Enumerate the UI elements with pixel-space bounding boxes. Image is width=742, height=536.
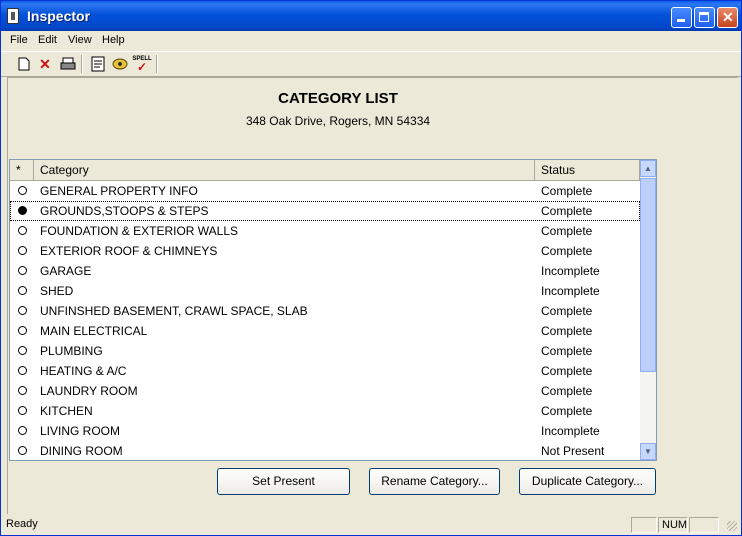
row-radio[interactable] <box>18 446 27 455</box>
category-status: Complete <box>541 304 593 318</box>
category-name: UNFINSHED BASEMENT, CRAWL SPACE, SLAB <box>40 304 308 318</box>
scroll-thumb[interactable] <box>640 178 656 372</box>
list-header: * Category Status <box>10 160 640 181</box>
category-status: Complete <box>541 244 593 258</box>
table-row[interactable]: GENERAL PROPERTY INFO Complete <box>10 181 640 201</box>
table-row[interactable]: HEATING & A/C Complete <box>10 361 640 381</box>
checkmark-icon: ✓ <box>136 60 148 74</box>
category-status: Complete <box>541 384 593 398</box>
row-radio[interactable] <box>18 426 27 435</box>
row-radio[interactable] <box>18 306 27 315</box>
window-title: Inspector <box>27 8 91 24</box>
table-row[interactable]: LIVING ROOM Incomplete <box>10 421 640 441</box>
row-radio[interactable] <box>18 266 27 275</box>
row-radio[interactable] <box>18 326 27 335</box>
row-radio[interactable] <box>18 226 27 235</box>
minimize-button[interactable] <box>671 7 692 28</box>
category-name: KITCHEN <box>40 404 93 418</box>
category-status: Not Present <box>541 444 605 458</box>
category-status: Incomplete <box>541 264 600 278</box>
menu-bar: File Edit View Help <box>1 31 741 50</box>
rename-category-button[interactable]: Rename Category... <box>369 468 500 495</box>
toolbar: ✕ SPELL ✓ <box>1 51 741 77</box>
status-bar: Ready NUM <box>1 515 741 535</box>
category-name: PLUMBING <box>40 344 103 358</box>
photo-icon[interactable] <box>111 55 129 73</box>
table-row[interactable]: LAUNDRY ROOM Complete <box>10 381 640 401</box>
row-radio[interactable] <box>18 186 27 195</box>
category-name: GROUNDS,STOOPS & STEPS <box>40 204 209 218</box>
category-status: Complete <box>541 224 593 238</box>
maximize-button[interactable] <box>694 7 715 28</box>
category-status: Incomplete <box>541 424 600 438</box>
category-name: FOUNDATION & EXTERIOR WALLS <box>40 224 239 238</box>
category-status: Complete <box>541 344 593 358</box>
app-window: Inspector ✕ File Edit View Help ✕ SPELL … <box>0 0 742 536</box>
status-panel <box>689 517 719 533</box>
category-name: HEATING & A/C <box>40 364 127 378</box>
toolbar-separator <box>81 55 83 73</box>
menu-edit[interactable]: Edit <box>38 34 57 46</box>
row-radio[interactable] <box>18 206 27 215</box>
category-name: SHED <box>40 284 74 298</box>
category-status: Complete <box>541 364 593 378</box>
category-status: Incomplete <box>541 284 600 298</box>
spellcheck-icon[interactable]: SPELL ✓ <box>132 55 151 74</box>
table-row[interactable]: DINING ROOM Not Present <box>10 441 640 460</box>
category-status: Complete <box>541 324 593 338</box>
table-row[interactable]: SHED Incomplete <box>10 281 640 301</box>
category-name: GENERAL PROPERTY INFO <box>40 184 198 198</box>
scroll-up-icon[interactable]: ▲ <box>640 160 656 177</box>
new-icon[interactable] <box>15 55 33 73</box>
category-name: MAIN ELECTRICAL <box>40 324 148 338</box>
status-panel <box>631 517 657 533</box>
scroll-down-icon[interactable]: ▼ <box>640 443 656 460</box>
table-row[interactable]: EXTERIOR ROOF & CHIMNEYS Complete <box>10 241 640 261</box>
report-icon[interactable] <box>89 55 107 73</box>
table-row[interactable]: GARAGE Incomplete <box>10 261 640 281</box>
column-header-marker[interactable]: * <box>10 160 34 180</box>
table-row[interactable]: UNFINSHED BASEMENT, CRAWL SPACE, SLAB Com… <box>10 301 640 321</box>
column-header-status[interactable]: Status <box>535 160 640 180</box>
title-bar[interactable]: Inspector ✕ <box>1 1 741 31</box>
table-row[interactable]: PLUMBING Complete <box>10 341 640 361</box>
category-name: LAUNDRY ROOM <box>40 384 138 398</box>
table-row[interactable]: GROUNDS,STOOPS & STEPS Complete <box>10 201 640 221</box>
duplicate-category-button[interactable]: Duplicate Category... <box>519 468 656 495</box>
category-name: EXTERIOR ROOF & CHIMNEYS <box>40 244 218 258</box>
resize-grip[interactable] <box>727 521 737 531</box>
delete-icon[interactable]: ✕ <box>36 55 54 73</box>
row-radio[interactable] <box>18 346 27 355</box>
property-address: 348 Oak Drive, Rogers, MN 54334 <box>245 114 431 128</box>
vertical-scrollbar[interactable]: ▲ ▼ <box>640 160 656 460</box>
column-header-category[interactable]: Category <box>34 160 535 180</box>
app-icon <box>7 8 19 24</box>
table-row[interactable]: KITCHEN Complete <box>10 401 640 421</box>
status-text: Ready <box>6 518 38 530</box>
table-row[interactable]: FOUNDATION & EXTERIOR WALLS Complete <box>10 221 640 241</box>
row-radio[interactable] <box>18 366 27 375</box>
print-icon[interactable] <box>59 55 77 73</box>
row-radio[interactable] <box>18 246 27 255</box>
row-radio[interactable] <box>18 406 27 415</box>
row-radio[interactable] <box>18 386 27 395</box>
category-name: DINING ROOM <box>40 444 123 458</box>
page-title: CATEGORY LIST <box>278 90 398 107</box>
category-status: Complete <box>541 204 593 218</box>
row-radio[interactable] <box>18 286 27 295</box>
category-list[interactable]: * Category Status GENERAL PROPERTY INFO C… <box>9 159 657 461</box>
category-status: Complete <box>541 404 593 418</box>
toolbar-separator <box>156 55 158 73</box>
menu-file[interactable]: File <box>10 34 28 46</box>
category-name: LIVING ROOM <box>40 424 121 438</box>
category-name: GARAGE <box>40 264 92 278</box>
table-row[interactable]: MAIN ELECTRICAL Complete <box>10 321 640 341</box>
menu-help[interactable]: Help <box>102 34 125 46</box>
menu-view[interactable]: View <box>68 34 92 46</box>
set-present-button[interactable]: Set Present <box>217 468 350 495</box>
category-status: Complete <box>541 184 593 198</box>
num-lock-indicator: NUM <box>658 517 688 533</box>
close-button[interactable]: ✕ <box>717 7 738 28</box>
